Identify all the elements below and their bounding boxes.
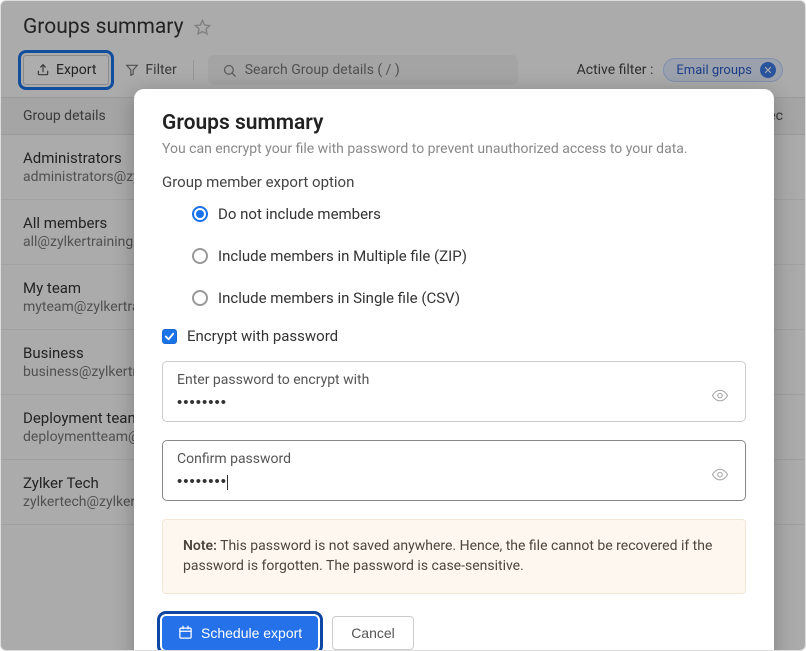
encrypt-checkbox-row[interactable]: Encrypt with password xyxy=(162,327,746,345)
confirm-password-value: •••••••• xyxy=(177,473,731,490)
radio-label: Include members in Multiple file (ZIP) xyxy=(218,247,467,265)
note-title: Note: xyxy=(183,538,217,554)
eye-icon[interactable] xyxy=(711,465,729,483)
export-option-label: Group member export option xyxy=(162,173,746,191)
password-field[interactable]: Enter password to encrypt with •••••••• xyxy=(162,361,746,422)
export-option-radio[interactable]: Do not include members xyxy=(162,205,746,223)
text-caret xyxy=(227,475,228,490)
note-body: This password is not saved anywhere. Hen… xyxy=(183,538,712,574)
radio-icon xyxy=(192,290,208,306)
radio-label: Do not include members xyxy=(218,205,381,223)
confirm-password-label: Confirm password xyxy=(177,451,731,467)
schedule-export-label: Schedule export xyxy=(201,625,302,641)
password-field-label: Enter password to encrypt with xyxy=(177,372,731,388)
eye-icon[interactable] xyxy=(711,386,729,404)
export-modal: Groups summary You can encrypt your file… xyxy=(134,89,774,651)
export-option-radio[interactable]: Include members in Multiple file (ZIP) xyxy=(162,247,746,265)
export-option-radio[interactable]: Include members in Single file (CSV) xyxy=(162,289,746,307)
confirm-password-field[interactable]: Confirm password •••••••• xyxy=(162,440,746,501)
cancel-label: Cancel xyxy=(351,625,395,641)
cancel-button[interactable]: Cancel xyxy=(332,616,414,650)
radio-icon xyxy=(192,248,208,264)
note-box: Note: This password is not saved anywher… xyxy=(162,519,746,594)
modal-title: Groups summary xyxy=(162,111,746,135)
encrypt-label: Encrypt with password xyxy=(187,327,338,345)
modal-subtitle: You can encrypt your file with password … xyxy=(162,141,746,157)
radio-icon xyxy=(192,206,208,222)
calendar-icon xyxy=(178,625,193,640)
schedule-export-button[interactable]: Schedule export xyxy=(162,616,318,650)
radio-label: Include members in Single file (CSV) xyxy=(218,289,460,307)
checkbox-icon xyxy=(162,329,177,344)
password-field-value: •••••••• xyxy=(177,394,731,411)
